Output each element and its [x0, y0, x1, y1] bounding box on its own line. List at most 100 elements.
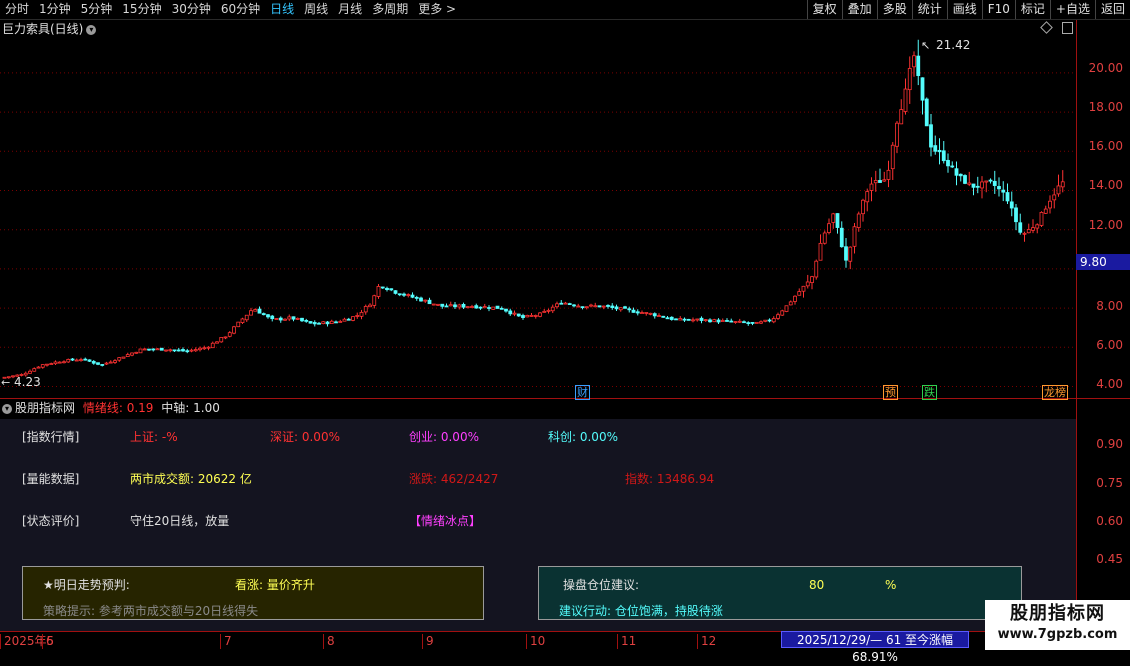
panel-divider[interactable]: [0, 398, 1130, 399]
event-marker[interactable]: 龙榜: [1042, 385, 1068, 400]
candle-body: [198, 347, 202, 351]
chevron-down-icon[interactable]: ▾: [86, 24, 97, 35]
candle-body: [861, 199, 865, 215]
period-tab-7[interactable]: 周线: [299, 0, 333, 19]
candle-body: [300, 317, 304, 322]
candle-body: [920, 77, 925, 101]
indicator-name[interactable]: 股朋指标网: [15, 401, 75, 415]
candle-body: [839, 227, 844, 248]
candle-body: [1043, 208, 1048, 214]
candle-body: [219, 337, 224, 343]
period-tab-6[interactable]: 日线: [265, 0, 299, 19]
candle-body: [1035, 224, 1040, 229]
event-marker[interactable]: 预: [883, 385, 898, 400]
candle-body: [657, 315, 661, 317]
forecast-value: 看涨: 量价齐升: [235, 578, 315, 592]
candle-body: [525, 314, 530, 318]
candle-body: [559, 302, 564, 305]
index-quotes-label: [指数行情]: [22, 430, 80, 444]
market-turnover: 两市成交额: 20622 亿: [130, 472, 252, 486]
candle-body: [359, 311, 364, 317]
candle-body: [74, 359, 79, 362]
chevron-down-icon[interactable]: ▾: [2, 403, 12, 414]
candle-body: [644, 312, 649, 314]
candle-body: [419, 297, 423, 302]
candle-body: [244, 314, 249, 321]
tool-button-1[interactable]: 叠加: [841, 0, 877, 19]
candle-body: [457, 304, 462, 308]
period-tab-8[interactable]: 月线: [333, 0, 367, 19]
candle-body: [176, 349, 181, 352]
candle-body: [1060, 181, 1065, 188]
candle-body: [555, 303, 559, 308]
candle-body: [172, 349, 177, 352]
tool-button-6[interactable]: 标记: [1014, 0, 1050, 19]
indicator-tick-label: 0.90: [1096, 437, 1123, 451]
candle-body: [40, 364, 45, 368]
candle-body: [567, 303, 572, 305]
candle-body: [618, 307, 623, 311]
current-price-tag: 9.80: [1076, 254, 1130, 270]
candle-body: [763, 319, 768, 322]
candle-body: [780, 310, 785, 316]
period-tab-4[interactable]: 30分钟: [167, 0, 216, 19]
candle-body: [703, 319, 708, 322]
event-marker[interactable]: 财: [575, 385, 590, 400]
tool-buttons: 复权 叠加 多股 统计 画线 F10 标记 +自选 返回: [806, 0, 1130, 19]
candle-body: [257, 308, 262, 314]
candle-body: [716, 319, 721, 323]
mood-line-label: 情绪线:: [82, 401, 123, 415]
candle-body: [576, 305, 581, 308]
candle-body: [266, 314, 270, 318]
candle-body: [278, 317, 283, 321]
candle-body: [729, 320, 734, 323]
indicator-header: ▾ 股朋指标网 情绪线: 0.19 中轴: 1.00: [2, 400, 220, 416]
indicator-tick-label: 0.45: [1096, 552, 1123, 566]
candle-body: [380, 286, 385, 289]
month-label: 12: [697, 634, 716, 649]
period-tab-1[interactable]: 1分钟: [34, 0, 76, 19]
candle-body: [699, 317, 704, 321]
candle-body: [733, 321, 738, 323]
candle-body: [495, 305, 500, 309]
tool-button-2[interactable]: 多股: [876, 0, 912, 19]
period-tab-3[interactable]: 15分钟: [117, 0, 166, 19]
period-tab-2[interactable]: 5分钟: [76, 0, 118, 19]
candle-body: [202, 347, 207, 350]
period-tab-10[interactable]: 更多 >: [413, 0, 461, 19]
candle-body: [317, 322, 321, 325]
candle-body: [66, 359, 71, 363]
tool-button-0[interactable]: 复权: [806, 0, 842, 19]
tool-button-8[interactable]: 返回: [1094, 0, 1130, 19]
candle-body: [389, 288, 394, 291]
candle-body: [87, 359, 92, 362]
candle-body: [805, 281, 810, 287]
candle-body: [1009, 201, 1014, 209]
candle-body: [516, 313, 521, 317]
month-label: 7: [220, 634, 232, 649]
candle-body: [491, 306, 496, 310]
period-tab-9[interactable]: 多周期: [367, 0, 413, 19]
candle-body: [91, 361, 96, 364]
candle-body: [533, 315, 538, 317]
candle-body: [465, 306, 470, 309]
tool-button-7[interactable]: +自选: [1049, 0, 1095, 19]
event-marker[interactable]: 跌: [922, 385, 937, 400]
status-eval: 守住20日线，放量: [130, 514, 230, 528]
forecast-box: ★明日走势预判: 看涨: 量价齐升 策略提示: 参考两市成交额与20日线得失: [22, 566, 484, 620]
collapse-panel-icon[interactable]: [1062, 22, 1073, 34]
candle-body: [597, 305, 602, 308]
period-tab-0[interactable]: 分时: [0, 0, 34, 19]
tool-button-5[interactable]: F10: [981, 0, 1015, 19]
tool-button-3[interactable]: 统计: [911, 0, 947, 19]
tool-button-4[interactable]: 画线: [946, 0, 982, 19]
candle-body: [929, 124, 933, 148]
period-tab-5[interactable]: 60分钟: [216, 0, 265, 19]
candle-body: [521, 315, 525, 318]
candle-body: [461, 304, 466, 308]
candle-body: [478, 306, 483, 309]
candle-body: [946, 159, 950, 167]
candle-body: [912, 55, 916, 68]
candlestick-chart[interactable]: 21.42 ↖ 4.23 ←: [0, 20, 1076, 398]
position-action: 建议行动: 仓位饱满，持股待涨: [559, 604, 723, 618]
